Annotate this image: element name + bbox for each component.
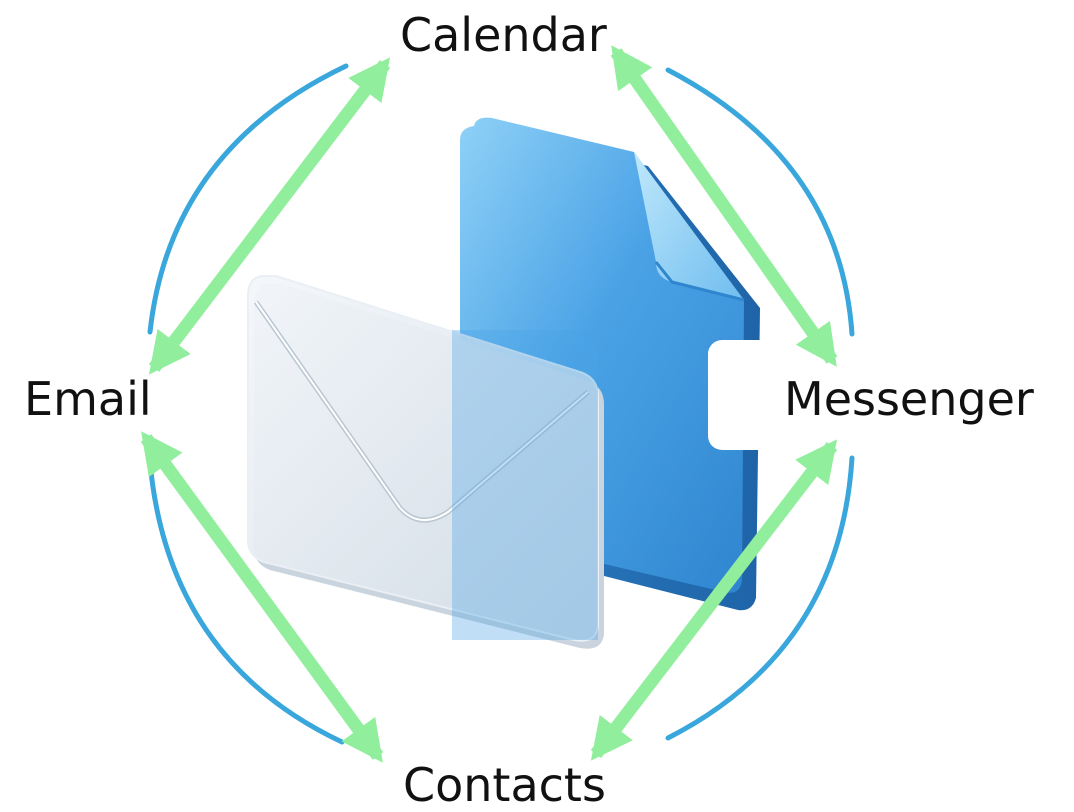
node-label-email: Email — [24, 372, 152, 426]
node-label-calendar: Calendar — [400, 8, 607, 62]
envelope-icon — [247, 275, 604, 649]
node-label-messenger: Messenger — [784, 372, 1034, 426]
node-label-contacts: Contacts — [403, 758, 606, 812]
